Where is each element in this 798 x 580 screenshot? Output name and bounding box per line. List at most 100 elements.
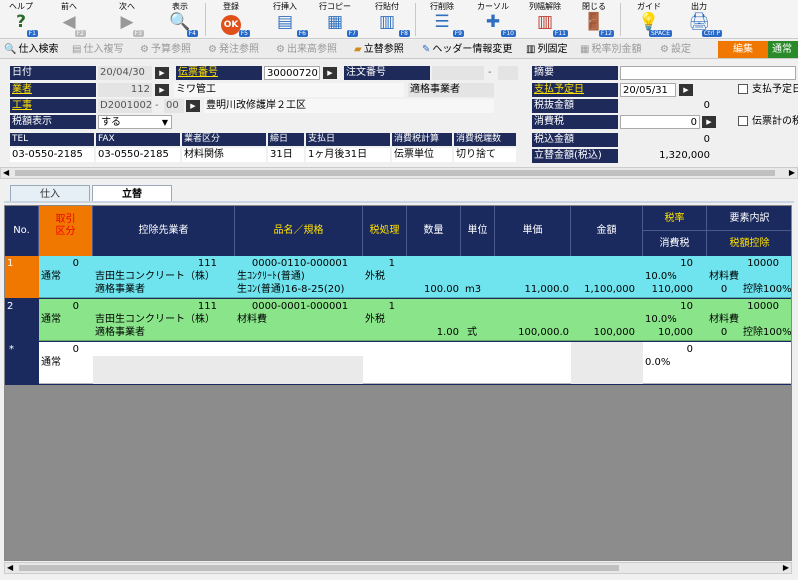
copy-row-button[interactable]: 行コピー ▦ F7 [312,0,358,39]
col-price-header[interactable]: 単価 [495,206,571,256]
col-vendor-header[interactable]: 控除先業者 [93,206,235,256]
header-scrollbar[interactable]: ◀ ▶ [0,167,798,179]
col-amount-header[interactable]: 金額 [571,206,643,256]
info-tel: 03-0550-2185 [10,148,94,162]
col-tax-header[interactable]: 税処理 [363,206,407,256]
row-price[interactable]: 11,000.0 [495,283,569,296]
cursor-button[interactable]: カーソル ✚ F10 [470,0,516,39]
scroll-right-icon[interactable]: ▶ [789,168,795,177]
row-tax[interactable]: 外税 [365,270,407,283]
row-element[interactable]: 材料費 [709,270,789,283]
column-fix-button[interactable]: ▥ 列固定 [526,42,567,57]
col-item-header[interactable]: 品名／規格 [235,206,363,256]
col-qty-header[interactable]: 数量 [407,206,461,256]
col-element-label[interactable]: 要素内訳 [707,206,791,231]
header-change-button[interactable]: ✎ ヘッダー情報変更 [422,42,512,57]
progress-ref-button[interactable]: ⚙ 出来高参照 [276,42,337,57]
order-no-sub-field[interactable] [498,66,518,80]
row-kubun[interactable]: 通常 [41,356,91,369]
output-button[interactable]: 出力 🖨 Ctrl P [676,0,722,39]
col-consumption-tax-label[interactable]: 消費税 [643,231,706,256]
project-dash: - [155,100,159,111]
tab-advance[interactable]: 立替 [92,185,172,202]
scroll-thumb[interactable] [15,170,775,176]
row-deduction-pct[interactable]: 控除100% [743,326,791,339]
slip-no-button-icon[interactable]: ▶ [323,67,337,79]
row-vendor-name[interactable]: 吉田生コンクリート（株） [95,313,235,326]
date-field[interactable]: 20/04/30 [98,66,152,80]
col-kubun-header[interactable]: 取引区分 [39,206,93,256]
row-amount[interactable]: 100,000 [571,326,635,339]
summary-field[interactable] [620,66,796,80]
order-no-field[interactable] [432,66,484,80]
col-rate-label[interactable]: 税率 [643,206,706,231]
purchase-copy-button[interactable]: ▤ 仕入複写 [72,42,123,57]
row-vendor-name[interactable]: 吉田生コンクリート（株） [95,270,235,283]
tab-purchase[interactable]: 仕入 [10,185,90,202]
column-width-reset-button[interactable]: 列幅解除 ▥ F11 [522,0,568,39]
paste-row-button[interactable]: 行貼付 ▥ F8 [364,0,410,39]
col-deduction-label[interactable]: 税額控除 [707,231,791,256]
tax-button-icon[interactable]: ▶ [702,116,716,128]
row-kubun[interactable]: 通常 [41,313,91,326]
row-consumption-tax[interactable]: 110,000 [645,283,693,296]
project-lookup-icon[interactable]: ▶ [186,100,200,112]
vendor-code-field[interactable]: 112 [98,83,152,97]
row-kubun[interactable]: 通常 [41,270,91,283]
scroll-left-icon[interactable]: ◀ [3,168,9,177]
tax-display-select[interactable]: する ▼ [98,115,172,129]
close-door-icon: 🚪 [583,12,605,32]
tax-field[interactable]: 0 [620,115,700,129]
row-price[interactable]: 100,000.0 [495,326,569,339]
insert-row-button[interactable]: 行挿入 ▤ F6 [262,0,308,39]
arrow-left-icon: ◀ [62,12,76,32]
guide-button[interactable]: ガイド 💡 SPACE [626,0,672,39]
row-qty[interactable]: 1.00 [407,326,459,339]
row-qty[interactable]: 100.00 [407,283,459,296]
slip-no-field[interactable]: 30000720 [264,66,320,80]
row-deduction-pct[interactable]: 控除100% [743,283,791,296]
row-item-name[interactable]: 材料費 [237,313,363,326]
close-button[interactable]: 閉じる 🚪 F12 [574,0,614,39]
next-button[interactable]: 次へ ▶ F3 [110,0,144,39]
row-consumption-tax[interactable]: 10,000 [645,326,693,339]
column-icon: ▥ [526,44,536,55]
delete-row-button[interactable]: 行削除 ☰ F9 [420,0,464,39]
scroll-thumb[interactable] [19,565,619,571]
settings-button[interactable]: ⚙ 設定 [660,42,691,57]
row-rate[interactable]: 0.0% [645,356,705,369]
help-button[interactable]: ヘルプ? F1 [4,0,38,39]
paydate-picker-icon[interactable]: ▶ [679,84,693,96]
slip-tax-checkbox[interactable] [738,116,748,126]
row-rate[interactable]: 10.0% [645,313,705,326]
row-element[interactable]: 材料費 [709,313,789,326]
row-unit[interactable]: m3 [465,283,495,296]
row-amount[interactable]: 1,100,000 [571,283,635,296]
vendor-name: ミワ管工 [174,83,404,97]
view-button[interactable]: 表示 🔍 F4 [162,0,198,39]
paydate-checkbox-label: 支払予定日 [752,84,798,95]
project-sub-field[interactable]: 00 [164,99,184,113]
paydate-checkbox[interactable] [738,84,748,94]
row-tax[interactable]: 外税 [365,313,407,326]
vendor-lookup-icon[interactable]: ▶ [155,84,169,96]
tax-rate-amount-button[interactable]: ▦ 税率別金額 [580,42,641,57]
col-unit-header[interactable]: 単位 [461,206,495,256]
register-button[interactable]: 登録 OK F5 [212,0,250,39]
scroll-right-icon[interactable]: ▶ [783,563,789,572]
grid-scrollbar[interactable]: ◀ ▶ [4,562,792,574]
toolbar-separator [415,3,416,36]
advance-ref-button[interactable]: ▰ 立替参照 [354,42,404,57]
date-picker-icon[interactable]: ▶ [155,67,169,79]
scroll-left-icon[interactable]: ◀ [7,563,13,572]
row-item-name[interactable]: 生ｺﾝｸﾘｰﾄ(普通) [237,270,363,283]
paydate-field[interactable]: 20/05/31 [620,83,676,97]
row-rate[interactable]: 10.0% [645,270,705,283]
prev-button[interactable]: 前へ ◀ F2 [52,0,86,39]
project-code-field[interactable]: D2001002 [98,99,152,113]
order-no-dash: - [488,67,492,78]
order-ref-button[interactable]: ⚙ 発注参照 [208,42,259,57]
budget-ref-button[interactable]: ⚙ 予算参照 [140,42,191,57]
purchase-search-button[interactable]: 🔍 仕入検索 [4,42,58,57]
row-unit[interactable]: 式 [467,326,495,339]
